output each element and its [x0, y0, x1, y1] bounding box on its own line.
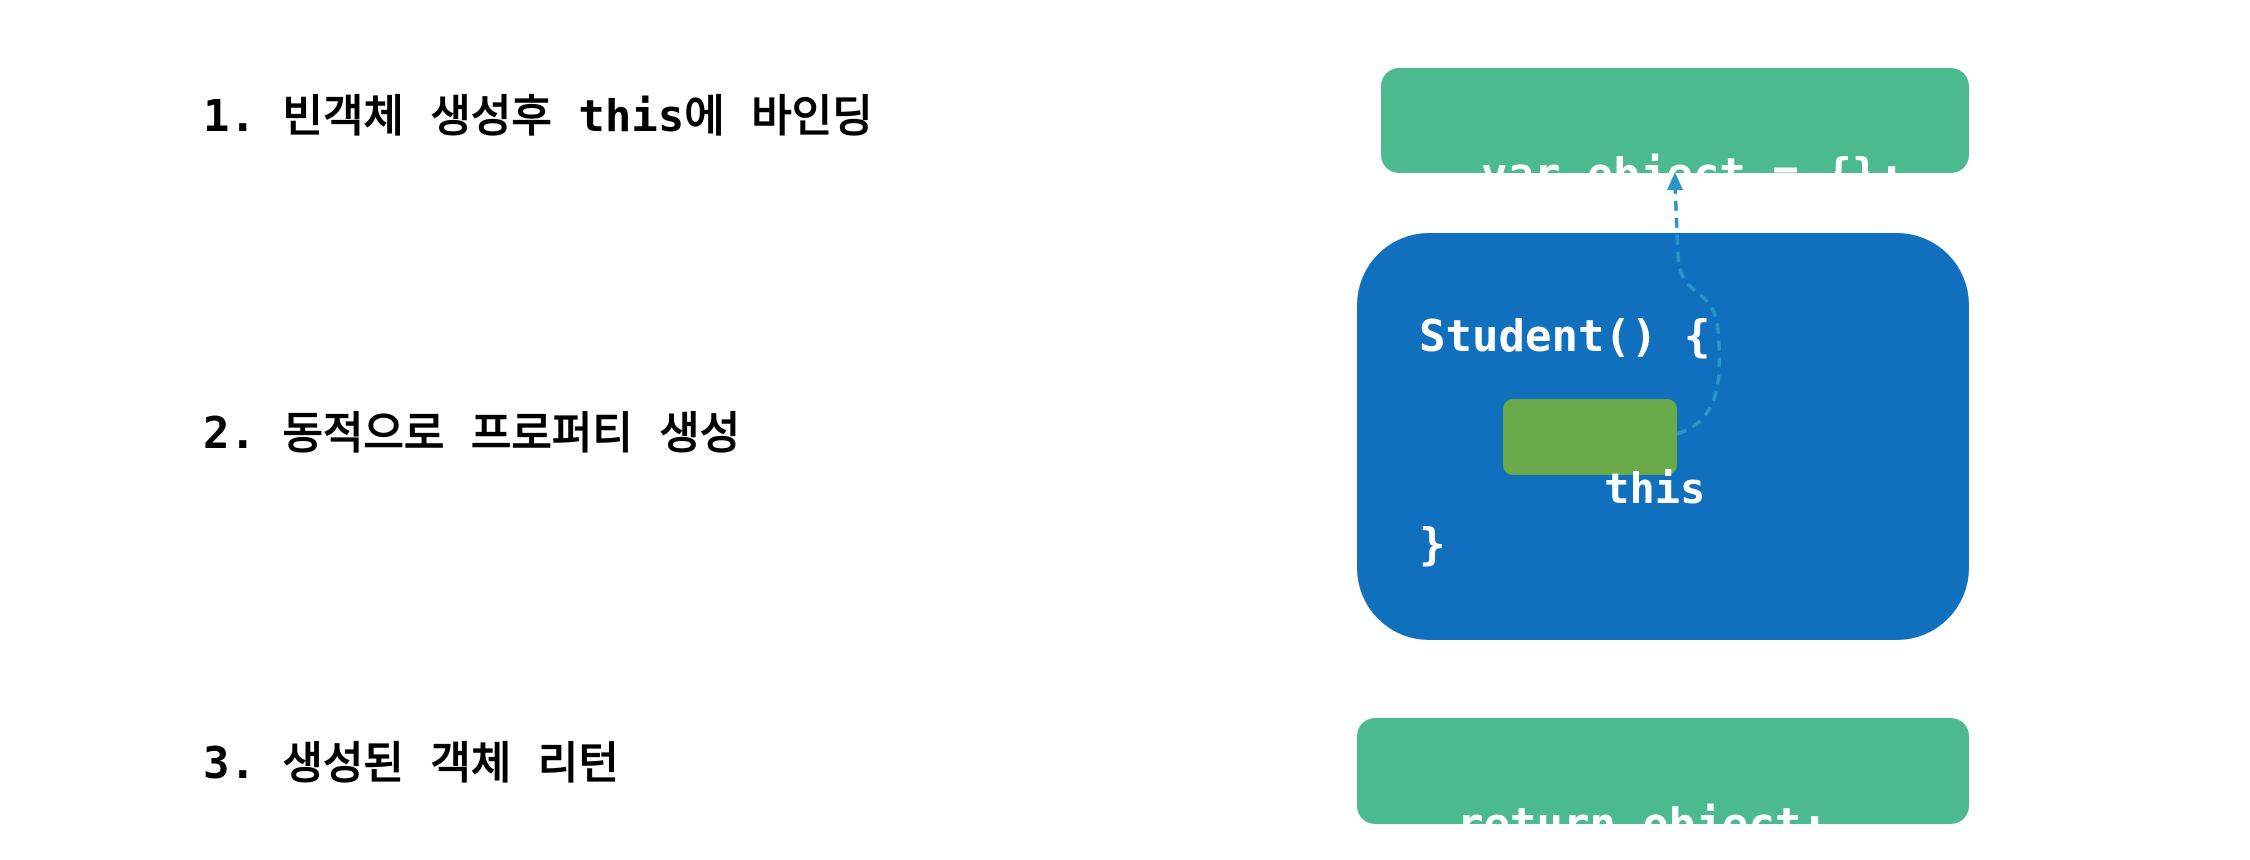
- this-box: this: [1503, 399, 1705, 513]
- var-object-box: var object = {};: [1381, 68, 1969, 200]
- step-3-label: 3. 생성된 객체 리턴: [203, 738, 619, 789]
- return-object-box: return object;: [1357, 718, 1969, 850]
- step-1-label: 1. 빈객체 생성후 this에 바인딩: [203, 91, 873, 142]
- step-2-label: 2. 동적으로 프로퍼티 생성: [203, 408, 741, 459]
- constructor-close-code: }: [1419, 519, 1446, 570]
- this-keyword: this: [1604, 464, 1706, 513]
- var-object-code: var object = {};: [1480, 149, 1905, 200]
- constructor-box: Student() { this }: [1357, 233, 1969, 640]
- constructor-open-code: Student() {: [1419, 311, 1711, 362]
- return-object-code: return object;: [1456, 799, 1828, 850]
